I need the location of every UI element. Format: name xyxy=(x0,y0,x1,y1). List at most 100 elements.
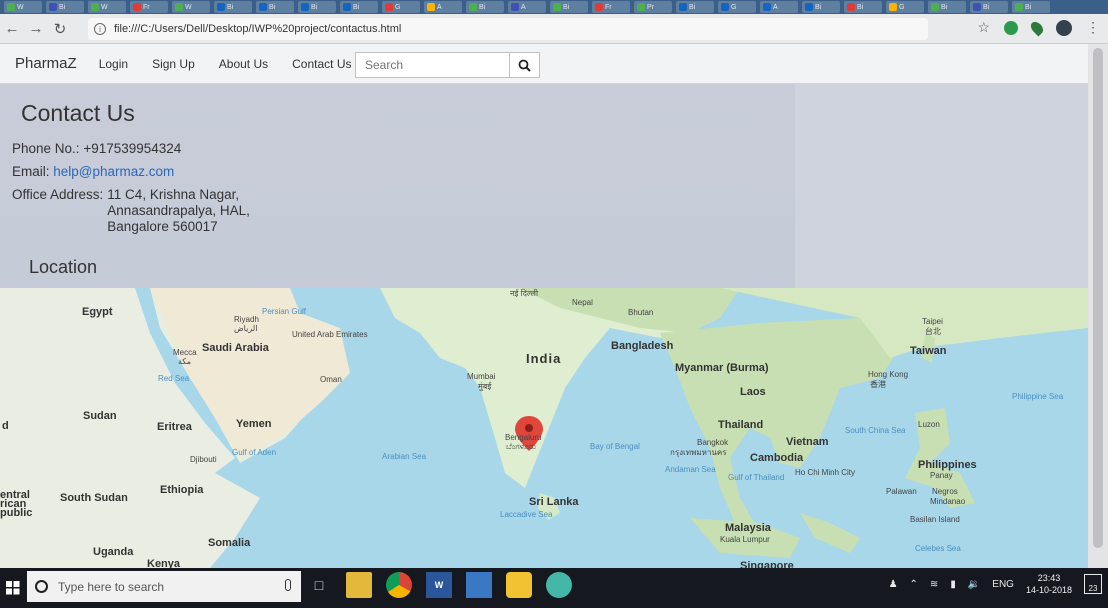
nav-login[interactable]: Login xyxy=(99,57,128,71)
maps-extension-icon[interactable] xyxy=(1028,19,1046,36)
tab-title: Bi xyxy=(689,3,696,11)
browser-tab[interactable]: Bi xyxy=(844,1,882,13)
people-icon[interactable]: ♟ xyxy=(889,579,898,590)
search-button[interactable] xyxy=(510,52,540,78)
paint-icon[interactable] xyxy=(506,572,532,598)
file-explorer-icon[interactable] xyxy=(346,572,372,598)
back-icon[interactable]: ← xyxy=(0,17,24,41)
clock[interactable]: 23:43 14-10-2018 xyxy=(1026,572,1072,596)
map-label-countries: Saudi Arabia xyxy=(202,342,269,354)
volume-icon[interactable]: 🔉 xyxy=(968,579,980,590)
menu-kebab-icon[interactable]: ⋮ xyxy=(1086,19,1100,36)
forward-icon[interactable]: → xyxy=(24,17,48,41)
search-input[interactable] xyxy=(355,52,510,78)
url-text[interactable]: file:///C:/Users/Dell/Desktop/IWP%20proj… xyxy=(114,23,401,35)
map-label-cities: Hong Kong xyxy=(868,370,909,379)
tab-favicon-icon xyxy=(7,3,15,11)
map-label-seas: Gulf of Aden xyxy=(232,448,277,457)
extension-icon[interactable] xyxy=(1004,20,1018,35)
browser-tab[interactable]: Bi xyxy=(802,1,840,13)
battery-icon[interactable]: ▮ xyxy=(950,579,956,590)
reload-icon[interactable]: ↻ xyxy=(48,17,72,41)
browser-tab[interactable]: Pr xyxy=(634,1,672,13)
tab-favicon-icon xyxy=(847,3,855,11)
map-label-cities: Mecca xyxy=(173,348,197,357)
word-icon[interactable]: W xyxy=(426,572,452,598)
store-icon[interactable] xyxy=(466,572,492,598)
tab-title: A xyxy=(437,3,442,11)
browser-tab[interactable]: W xyxy=(172,1,210,13)
contact-section: Contact Us Phone No.: +917539954324 Emai… xyxy=(0,84,1088,289)
browser-tab[interactable]: G xyxy=(886,1,924,13)
tab-favicon-icon xyxy=(343,3,351,11)
map-label-countries: Bhutan xyxy=(628,308,654,317)
browser-tab[interactable]: Bi xyxy=(340,1,378,13)
tab-favicon-icon xyxy=(133,3,141,11)
tab-favicon-icon xyxy=(259,3,267,11)
browser-tab[interactable]: Bi xyxy=(676,1,714,13)
brand-logo[interactable]: PharmaZ xyxy=(15,55,77,72)
browser-tab[interactable]: Fr xyxy=(130,1,168,13)
map-label-countries: Somalia xyxy=(208,537,251,549)
browser-tab[interactable]: W xyxy=(4,1,42,13)
map-label-edge-labels: public xyxy=(0,507,33,519)
tab-favicon-icon xyxy=(721,3,729,11)
browser-tab[interactable]: Bi xyxy=(256,1,294,13)
tab-title: G xyxy=(899,3,905,11)
nav-about[interactable]: About Us xyxy=(219,57,268,71)
bookmark-star-icon[interactable]: ☆ xyxy=(977,19,990,36)
edge-icon[interactable] xyxy=(546,572,572,598)
browser-tab[interactable]: Fr xyxy=(592,1,630,13)
tab-title: Bi xyxy=(983,3,990,11)
map-label-countries: Djibouti xyxy=(190,455,217,464)
browser-tab[interactable]: Bi xyxy=(298,1,336,13)
browser-tab[interactable]: A xyxy=(508,1,546,13)
browser-tab[interactable]: Bi xyxy=(970,1,1008,13)
tab-title: A xyxy=(773,3,778,11)
scrollbar[interactable] xyxy=(1088,44,1108,568)
browser-tab[interactable]: Bi xyxy=(928,1,966,13)
tab-title: Bi xyxy=(857,3,864,11)
map-label-seas: Gulf of Thailand xyxy=(728,473,785,482)
nav-signup[interactable]: Sign Up xyxy=(152,57,195,71)
scrollbar-thumb[interactable] xyxy=(1093,48,1103,548)
map-label-cities: 香港 xyxy=(870,380,886,389)
map-label-cities: Kuala Lumpur xyxy=(720,535,770,544)
email-row: Email: help@pharmaz.com xyxy=(12,164,174,179)
email-link[interactable]: help@pharmaz.com xyxy=(53,164,174,179)
nav-contact[interactable]: Contact Us xyxy=(292,57,351,71)
notification-center-icon[interactable]: 23 xyxy=(1084,574,1102,594)
browser-tab[interactable]: Bi xyxy=(466,1,504,13)
browser-tab[interactable]: G xyxy=(382,1,420,13)
browser-tab[interactable]: A xyxy=(424,1,462,13)
browser-tab[interactable]: Bi xyxy=(46,1,84,13)
browser-tab[interactable]: W xyxy=(88,1,126,13)
tab-favicon-icon xyxy=(427,3,435,11)
location-map[interactable]: Egypt Saudi Arabia United Arab Emirates Oma… xyxy=(0,288,1088,568)
browser-tab[interactable]: A xyxy=(760,1,798,13)
tray-chevron-icon[interactable]: ⌃ xyxy=(910,579,918,590)
windows-taskbar: Type here to search □ W ♟ ⌃ ≋ ▮ 🔉 ENG 23… xyxy=(0,568,1108,608)
browser-tab[interactable]: Bi xyxy=(214,1,252,13)
tab-favicon-icon xyxy=(553,3,561,11)
browser-tab[interactable]: Bi xyxy=(550,1,588,13)
browser-tab[interactable]: Bi xyxy=(1012,1,1050,13)
notification-count: 23 xyxy=(1088,584,1098,593)
map-label-countries: Sudan xyxy=(83,410,117,422)
profile-avatar[interactable] xyxy=(1056,19,1072,36)
tab-favicon-icon xyxy=(217,3,225,11)
microphone-icon[interactable] xyxy=(285,579,291,591)
start-button[interactable] xyxy=(0,568,26,608)
tab-title: Bi xyxy=(311,3,318,11)
chrome-icon[interactable] xyxy=(386,572,412,598)
language-indicator[interactable]: ENG xyxy=(992,579,1014,590)
wifi-icon[interactable]: ≋ xyxy=(930,579,938,590)
taskbar-search[interactable]: Type here to search xyxy=(27,571,301,602)
address-bar[interactable]: i file:///C:/Users/Dell/Desktop/IWP%20pr… xyxy=(88,18,928,40)
browser-tab[interactable]: G xyxy=(718,1,756,13)
task-view-icon[interactable]: □ xyxy=(306,572,332,598)
map-label-cities: مكة xyxy=(178,357,191,366)
tab-title: A xyxy=(521,3,526,11)
info-icon[interactable]: i xyxy=(94,23,106,35)
tab-favicon-icon xyxy=(763,3,771,11)
